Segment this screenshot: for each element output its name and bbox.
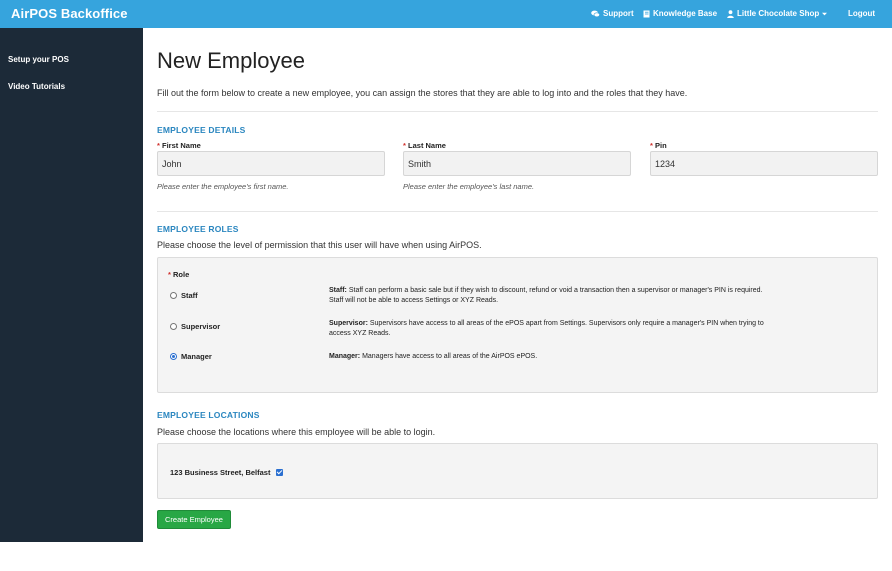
first-name-group: * First Name Please enter the employee's… [157, 141, 385, 191]
employee-details-title: EMPLOYEE DETAILS [157, 125, 246, 135]
shop-dropdown[interactable]: Little Chocolate Shop [727, 9, 828, 18]
manager-description: Manager: Managers have access to all are… [329, 353, 538, 360]
knowledge-base-label: Knowledge Base [653, 9, 718, 18]
sidebar: Setup your POS Video Tutorials [0, 28, 143, 542]
logout-label: Logout [848, 9, 876, 18]
location-label: 123 Business Street, Belfast [170, 468, 271, 477]
required-marker: * [157, 141, 160, 150]
roles-panel: * Role Staff Staff: Staff can perform a … [157, 257, 878, 393]
chat-icon [591, 10, 600, 17]
staff-radio[interactable] [170, 292, 177, 299]
pin-group: * Pin [650, 141, 878, 176]
last-name-group: * Last Name Please enter the employee's … [403, 141, 631, 191]
supervisor-radio[interactable] [170, 323, 177, 330]
logout-link[interactable]: Logout [848, 9, 875, 18]
first-name-input[interactable] [157, 151, 385, 176]
last-name-input[interactable] [403, 151, 631, 176]
role-option-supervisor[interactable]: Supervisor [170, 322, 220, 331]
supervisor-label: Supervisor [181, 322, 221, 331]
first-name-label: * First Name [157, 141, 201, 150]
location-item[interactable]: 123 Business Street, Belfast [170, 468, 284, 477]
role-option-staff[interactable]: Staff [170, 291, 198, 300]
page-intro: Fill out the form below to create a new … [157, 88, 688, 98]
supervisor-description: Supervisor: Supervisors have access to a… [329, 320, 764, 337]
first-name-help: Please enter the employee's first name. [157, 182, 289, 191]
user-icon [727, 9, 734, 18]
pin-label: * Pin [650, 141, 667, 150]
support-label: Support [603, 9, 634, 18]
book-icon [643, 10, 650, 17]
staff-description: Staff: Staff can perform a basic sale bu… [329, 287, 763, 304]
pin-input[interactable] [650, 151, 878, 176]
manager-label: Manager [181, 352, 212, 361]
last-name-help: Please enter the employee's last name. [403, 182, 535, 191]
create-employee-button[interactable]: Create Employee [157, 510, 231, 529]
role-label: * Role [168, 270, 190, 279]
role-option-manager[interactable]: Manager [170, 352, 212, 361]
employee-roles-title: EMPLOYEE ROLES [157, 224, 239, 234]
caret-down-icon [822, 12, 828, 15]
sidebar-item-video-tutorials[interactable]: Video Tutorials [8, 82, 65, 91]
employee-roles-description: Please choose the level of permission th… [157, 240, 482, 250]
locations-panel: 123 Business Street, Belfast [157, 443, 878, 499]
employee-locations-title: EMPLOYEE LOCATIONS [157, 410, 260, 420]
location-checkbox[interactable] [276, 469, 284, 476]
staff-label: Staff [181, 291, 198, 300]
knowledge-base-link[interactable]: Knowledge Base [643, 9, 717, 18]
sidebar-item-setup-pos[interactable]: Setup your POS [8, 55, 69, 64]
last-name-label: * Last Name [403, 141, 446, 150]
shop-label: Little Chocolate Shop [737, 9, 820, 18]
support-link[interactable]: Support [591, 9, 634, 18]
employee-locations-description: Please choose the locations where this e… [157, 427, 436, 437]
app-brand[interactable]: AirPOS Backoffice [11, 6, 128, 21]
page-title: New Employee [157, 48, 305, 73]
manager-radio[interactable] [170, 353, 177, 360]
top-navbar: AirPOS Backoffice Support Knowledge Base… [0, 0, 892, 28]
divider [157, 211, 878, 212]
required-marker: * [650, 141, 653, 150]
required-marker: * [403, 141, 406, 150]
divider [157, 111, 878, 112]
